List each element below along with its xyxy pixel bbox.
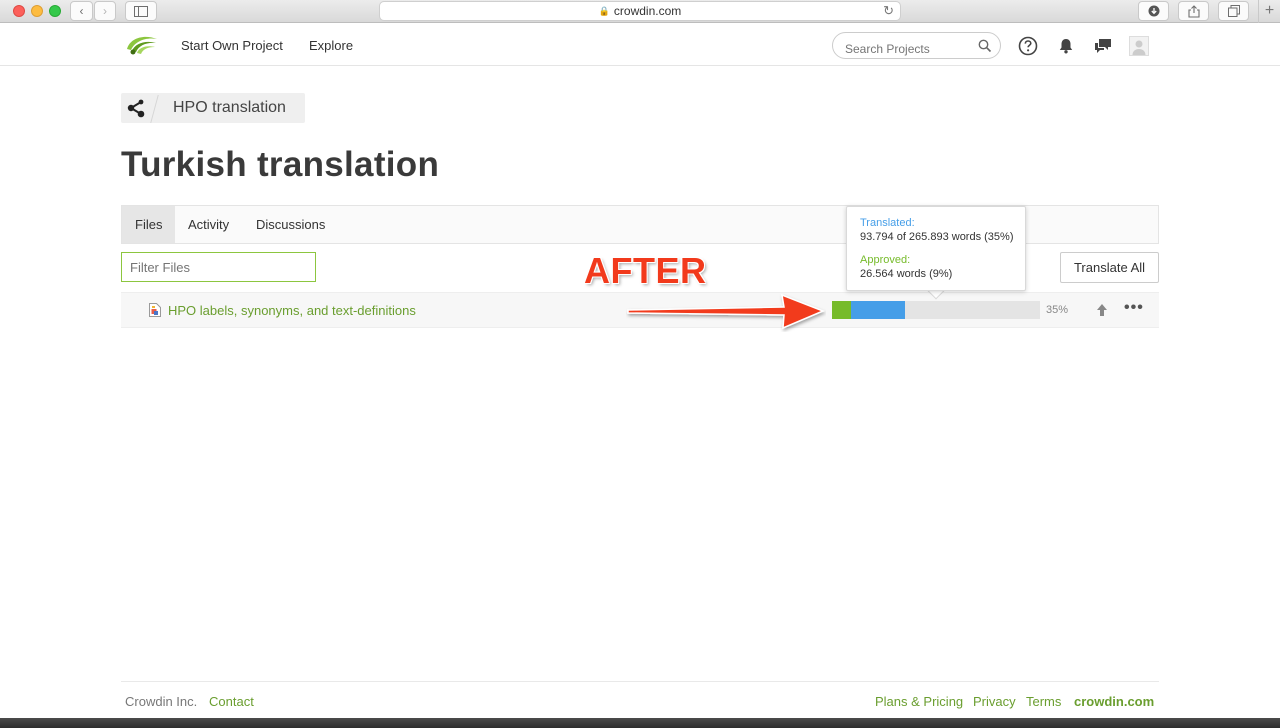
tab-discussions[interactable]: Discussions: [243, 206, 338, 243]
nav-start-own-project[interactable]: Start Own Project: [181, 38, 283, 53]
chat-icon[interactable]: [1093, 36, 1113, 56]
browser-toolbar: ‹ › 🔒 crowdin.com ↻ +: [0, 0, 1280, 23]
share-network-icon[interactable]: [125, 97, 147, 119]
reload-icon[interactable]: ↻: [883, 3, 894, 19]
progress-bar[interactable]: [832, 301, 1040, 319]
tab-activity[interactable]: Activity: [175, 206, 242, 243]
tooltip-translated-caption: Translated:: [860, 217, 915, 229]
new-tab-button[interactable]: +: [1258, 0, 1280, 23]
user-avatar-icon[interactable]: [1129, 36, 1149, 56]
tooltip-approved-value: 26.564 words (9%): [860, 268, 953, 280]
tabs-overview-icon[interactable]: [1218, 1, 1249, 21]
translate-all-button[interactable]: Translate All: [1060, 252, 1159, 283]
file-name-link[interactable]: HPO labels, synonyms, and text-definitio…: [168, 303, 416, 318]
site-footer: Crowdin Inc. Contact Plans & Pricing Pri…: [121, 681, 1159, 716]
window-close-button[interactable]: [13, 5, 25, 17]
lock-icon: 🔒: [598, 5, 610, 16]
address-bar[interactable]: 🔒 crowdin.com ↻: [379, 1, 901, 21]
bell-icon[interactable]: [1056, 36, 1076, 56]
footer-contact-link[interactable]: Contact: [209, 694, 254, 709]
forward-icon[interactable]: ›: [94, 1, 116, 21]
crowdin-logo[interactable]: [124, 33, 158, 57]
footer-terms-link[interactable]: Terms: [1026, 694, 1061, 709]
page-title: Turkish translation: [121, 145, 440, 184]
downloads-icon[interactable]: [1138, 1, 1169, 21]
search-icon[interactable]: [978, 39, 992, 53]
nav-explore[interactable]: Explore: [309, 38, 353, 53]
search-input[interactable]: [832, 32, 1001, 59]
breadcrumb-project-link[interactable]: HPO translation: [173, 99, 286, 117]
progress-percent: 35%: [1046, 304, 1069, 316]
url-text: crowdin.com: [613, 4, 682, 18]
help-icon[interactable]: [1018, 36, 1038, 56]
footer-company: Crowdin Inc.: [125, 694, 198, 709]
tooltip-approved-caption: Approved:: [860, 254, 911, 266]
sidebar-toggle-icon[interactable]: [125, 1, 157, 21]
window-minimize-button[interactable]: [31, 5, 43, 17]
window-zoom-button[interactable]: [49, 5, 61, 17]
tooltip-translated-value: 93.794 of 265.893 words (35%): [860, 231, 1014, 243]
filter-files-input[interactable]: [121, 252, 316, 282]
upload-arrow-icon[interactable]: [1094, 302, 1110, 318]
annotation-after-label: AFTER: [584, 250, 707, 291]
share-icon[interactable]: [1178, 1, 1209, 21]
breadcrumb: HPO translation: [121, 93, 305, 123]
back-icon[interactable]: ‹: [70, 1, 93, 21]
more-options-icon[interactable]: •••: [1124, 299, 1144, 317]
site-header: Start Own Project Explore: [0, 24, 1280, 66]
annotation-arrow-icon: [627, 293, 825, 330]
footer-brand-link[interactable]: crowdin.com: [1074, 694, 1154, 709]
footer-plans-link[interactable]: Plans & Pricing: [875, 694, 963, 709]
breadcrumb-separator: [150, 95, 159, 123]
progress-approved-segment: [832, 301, 851, 319]
tab-files[interactable]: Files: [122, 206, 176, 243]
file-icon: [149, 303, 161, 317]
macos-dock: [0, 718, 1280, 728]
progress-tooltip: Translated: 93.794 of 265.893 words (35%…: [846, 206, 1026, 291]
footer-privacy-link[interactable]: Privacy: [973, 694, 1016, 709]
progress-translated-segment: [851, 301, 905, 319]
